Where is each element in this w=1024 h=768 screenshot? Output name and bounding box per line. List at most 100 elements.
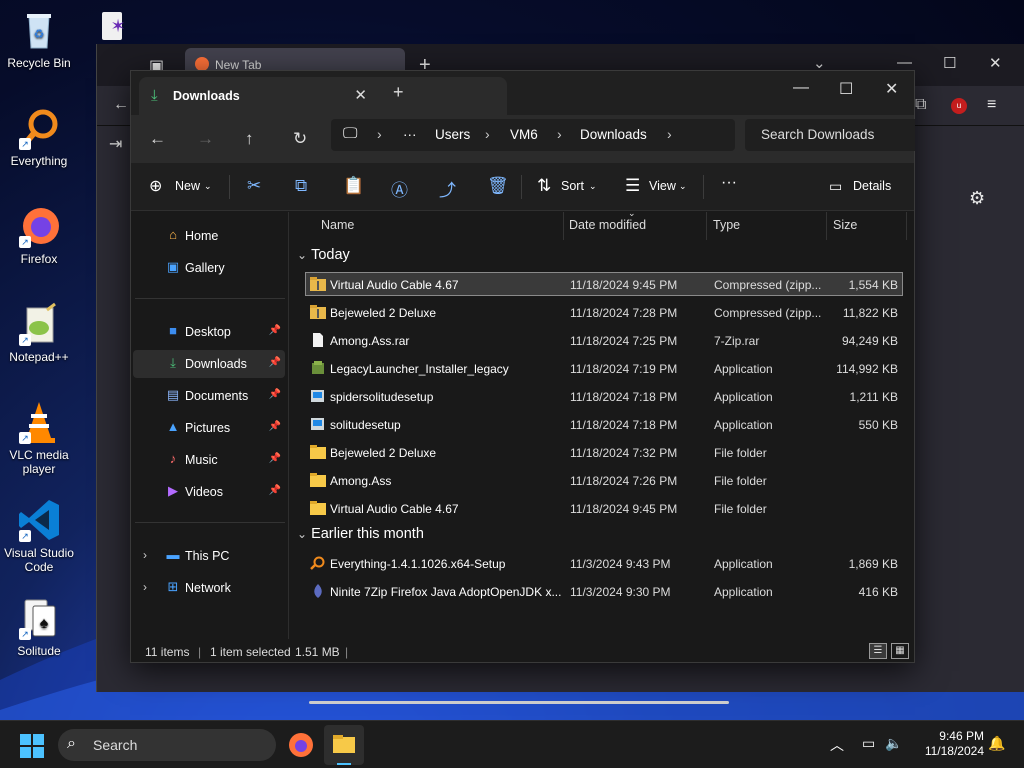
up-icon[interactable]: ↑ bbox=[245, 129, 254, 149]
more-icon[interactable]: ··· bbox=[403, 127, 417, 142]
ublock-icon[interactable]: u bbox=[951, 98, 967, 114]
chevron-right-icon[interactable]: › bbox=[557, 126, 562, 142]
desktop-icon-notepadpp[interactable]: ↗ Notepad++ bbox=[0, 302, 78, 364]
file-row[interactable]: Everything-1.4.1.1026.x64-Setup 11/3/2024… bbox=[305, 551, 903, 575]
new-button[interactable]: New bbox=[175, 179, 200, 193]
extensions-icon[interactable]: ⧉ bbox=[915, 96, 926, 114]
file-row[interactable]: LegacyLauncher_Installer_legacy 11/18/202… bbox=[305, 356, 903, 380]
maximize-icon[interactable]: ☐ bbox=[943, 54, 956, 72]
divider[interactable] bbox=[563, 212, 564, 240]
nav-item-gallery[interactable]: ▣ Gallery bbox=[133, 254, 285, 282]
breadcrumb-vm6[interactable]: VM6 bbox=[510, 127, 538, 142]
cut-icon[interactable]: ✂ bbox=[247, 176, 261, 196]
file-row[interactable]: spidersolitudesetup 11/18/2024 7:18 PM App… bbox=[305, 384, 903, 408]
forward-icon[interactable]: → bbox=[197, 129, 214, 149]
pin-icon[interactable]: 📌 bbox=[269, 421, 281, 432]
close-tab-icon[interactable]: ✕ bbox=[354, 86, 367, 104]
file-row[interactable]: Ninite 7Zip Firefox Java AdoptOpenJDK x.… bbox=[305, 579, 903, 603]
chevron-right-icon[interactable]: › bbox=[143, 580, 147, 594]
group-header-earlier[interactable]: ⌄ Earlier this month bbox=[297, 526, 424, 542]
share-icon[interactable]: ⤴ bbox=[439, 176, 456, 201]
column-header-size[interactable]: Size bbox=[833, 218, 857, 232]
settings-gear-icon[interactable]: ⚙ bbox=[969, 188, 985, 209]
file-row[interactable]: Bejeweled 2 Deluxe 11/18/2024 7:28 PM Comp… bbox=[305, 300, 903, 324]
chevron-right-icon[interactable]: › bbox=[377, 126, 382, 142]
column-header-date[interactable]: Date modified bbox=[569, 218, 646, 232]
desktop-icon-solitude[interactable]: ♠ ↗ Solitude bbox=[0, 596, 78, 658]
minimize-icon[interactable]: — bbox=[897, 54, 912, 71]
column-header-name[interactable]: Name bbox=[321, 218, 354, 232]
volume-icon[interactable]: 🔈 bbox=[885, 735, 902, 752]
desktop-icon-vscode[interactable]: ↗ Visual Studio Code bbox=[0, 498, 78, 574]
rename-icon[interactable]: Ⓐ bbox=[391, 176, 408, 201]
file-explorer-window[interactable]: ⤓ Downloads ✕ + — ☐ ✕ ← → ↑ ↻ 🖵 › ··· Us… bbox=[130, 70, 915, 704]
horizontal-scrollbar[interactable] bbox=[309, 701, 729, 704]
nav-item-documents[interactable]: ▤ Documents 📌 bbox=[133, 382, 285, 410]
explorer-tab[interactable]: ⤓ Downloads ✕ bbox=[139, 77, 507, 115]
taskbar-explorer-icon[interactable] bbox=[324, 725, 364, 765]
copy-icon[interactable]: ⧉ bbox=[295, 176, 307, 196]
maximize-icon[interactable]: ☐ bbox=[839, 79, 853, 99]
search-input[interactable]: Search Downloads bbox=[745, 119, 915, 151]
breadcrumb-users[interactable]: Users bbox=[435, 127, 470, 142]
file-row[interactable]: Bejeweled 2 Deluxe 11/18/2024 7:32 PM File… bbox=[305, 440, 903, 464]
close-icon[interactable]: ✕ bbox=[989, 54, 1002, 72]
pin-icon[interactable]: 📌 bbox=[269, 485, 281, 496]
column-header-type[interactable]: Type bbox=[713, 218, 740, 232]
breadcrumb-downloads[interactable]: Downloads bbox=[580, 127, 647, 142]
file-row[interactable]: Virtual Audio Cable 4.67 11/18/2024 9:45 … bbox=[305, 272, 903, 296]
details-view-icon[interactable]: ☰ bbox=[869, 643, 887, 659]
view-button[interactable]: View bbox=[649, 179, 676, 193]
tiles-view-icon[interactable]: ▦ bbox=[891, 643, 909, 659]
file-row[interactable]: Among.Ass 11/18/2024 7:26 PM File folder bbox=[305, 468, 903, 492]
pin-icon[interactable]: 📌 bbox=[269, 325, 281, 336]
file-row[interactable]: Virtual Audio Cable 4.67 11/18/2024 9:45 … bbox=[305, 496, 903, 520]
minimize-icon[interactable]: — bbox=[793, 79, 809, 97]
details-button[interactable]: Details bbox=[853, 179, 891, 193]
nav-item-music[interactable]: ♪ Music 📌 bbox=[133, 446, 285, 474]
back-icon[interactable]: ← bbox=[113, 96, 129, 114]
spider-solitude-icon[interactable]: ✶ bbox=[96, 8, 136, 44]
close-icon[interactable]: ✕ bbox=[885, 79, 898, 99]
back-icon[interactable]: ← bbox=[149, 129, 166, 149]
chevron-right-icon[interactable]: › bbox=[485, 126, 490, 142]
desktop-icon-firefox[interactable]: ↗ Firefox bbox=[0, 204, 78, 266]
nav-item-videos[interactable]: ▶ Videos 📌 bbox=[133, 478, 285, 506]
divider[interactable] bbox=[906, 212, 907, 240]
nav-item-pictures[interactable]: ▲ Pictures 📌 bbox=[133, 414, 285, 442]
file-row[interactable]: solitudesetup 11/18/2024 7:18 PM Applicati… bbox=[305, 412, 903, 436]
divider[interactable] bbox=[826, 212, 827, 240]
new-tab-icon[interactable]: + bbox=[393, 83, 404, 101]
nav-item-desktop[interactable]: ■ Desktop 📌 bbox=[133, 318, 285, 346]
divider[interactable] bbox=[706, 212, 707, 240]
this-pc-icon[interactable]: 🖵 bbox=[343, 125, 357, 142]
desktop-icon-recycle-bin[interactable]: ♻ Recycle Bin bbox=[0, 8, 78, 70]
paste-icon[interactable]: 📋 bbox=[343, 176, 364, 196]
see-more-icon[interactable]: ··· bbox=[721, 174, 737, 192]
network-icon[interactable]: ▭ bbox=[862, 735, 875, 752]
group-header-today[interactable]: ⌄ Today bbox=[297, 247, 350, 263]
refresh-icon[interactable]: ↻ bbox=[293, 129, 307, 149]
chevron-up-icon[interactable]: ︿ bbox=[830, 735, 844, 755]
taskbar-search[interactable]: ⌕ Search bbox=[58, 729, 276, 761]
notification-bell-icon[interactable]: 🔔 bbox=[988, 735, 1005, 752]
chevron-right-icon[interactable]: › bbox=[143, 548, 147, 562]
taskbar-firefox-icon[interactable] bbox=[288, 732, 314, 761]
chevron-right-icon[interactable]: › bbox=[667, 126, 672, 142]
nav-item-downloads[interactable]: ⤓ Downloads 📌 bbox=[133, 350, 285, 378]
nav-item-this-pc[interactable]: › ▬ This PC bbox=[133, 542, 285, 570]
desktop-icon-everything[interactable]: ↗ Everything bbox=[0, 106, 78, 168]
sign-in-icon[interactable]: ⇥ bbox=[109, 134, 122, 154]
desktop-icon-vlc[interactable]: ↗ VLC media player bbox=[0, 400, 78, 476]
pin-icon[interactable]: 📌 bbox=[269, 357, 281, 368]
menu-icon[interactable]: ≡ bbox=[987, 96, 996, 114]
nav-item-home[interactable]: ⌂ Home bbox=[133, 222, 285, 250]
start-icon[interactable] bbox=[20, 734, 44, 761]
nav-item-network[interactable]: › ⊞ Network bbox=[133, 574, 285, 602]
pin-icon[interactable]: 📌 bbox=[269, 453, 281, 464]
breadcrumb[interactable]: 🖵 › ··· Users › VM6 › Downloads › bbox=[331, 119, 735, 151]
clock[interactable]: 9:46 PM 11/18/2024 bbox=[912, 729, 984, 759]
sort-button[interactable]: Sort bbox=[561, 179, 584, 193]
file-row[interactable]: Among.Ass.rar 11/18/2024 7:25 PM 7-Zip.rar… bbox=[305, 328, 903, 352]
delete-icon[interactable]: 🗑 bbox=[487, 176, 509, 196]
